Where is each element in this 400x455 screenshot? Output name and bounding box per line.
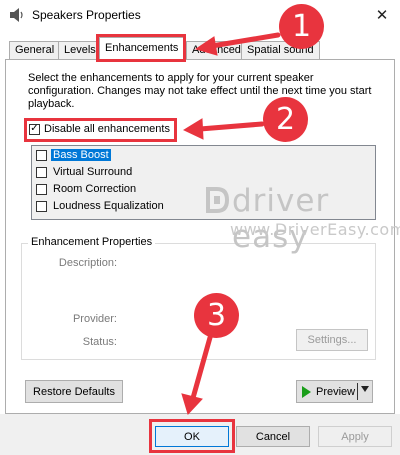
disable-all-checkbox[interactable]: ✓ — [29, 123, 40, 135]
preview-label[interactable]: Preview — [316, 386, 355, 398]
ok-button[interactable]: OK — [155, 426, 229, 447]
close-button[interactable]: ✕ — [364, 0, 400, 30]
play-icon — [302, 385, 311, 398]
cancel-button[interactable]: Cancel — [236, 426, 310, 447]
list-item-label[interactable]: Loudness Equalization — [51, 200, 166, 212]
split-divider — [357, 383, 358, 400]
check-icon: ✓ — [30, 123, 39, 134]
description-label: Description: — [58, 257, 117, 269]
restore-defaults-button[interactable]: Restore Defaults — [25, 380, 123, 403]
list-item-room-correction[interactable]: Room Correction — [36, 183, 138, 195]
close-icon[interactable]: ✕ — [376, 6, 389, 24]
tab-levels[interactable]: Levels — [58, 41, 102, 59]
step-3-badge: 3 — [194, 293, 239, 338]
list-item-label[interactable]: Virtual Surround — [51, 166, 134, 178]
tab-advanced[interactable]: Advanced — [186, 41, 247, 59]
list-item-loudness-equalization[interactable]: Loudness Equalization — [36, 200, 166, 212]
list-item-label[interactable]: Bass Boost — [51, 149, 111, 161]
disable-all-checkbox-row[interactable]: ✓ Disable all enhancements — [29, 123, 170, 135]
provider-label: Provider: — [72, 313, 117, 325]
tab-general[interactable]: General — [9, 41, 61, 59]
chevron-down-icon[interactable] — [361, 386, 369, 392]
driver-easy-logo-icon — [206, 187, 230, 213]
list-item-label[interactable]: Room Correction — [51, 183, 138, 195]
enhancements-description: Select the enhancements to apply for you… — [28, 72, 372, 110]
watermark-url: www.DriverEasy.com — [230, 220, 400, 239]
apply-button[interactable]: Apply — [318, 426, 392, 447]
status-label: Status: — [82, 336, 117, 348]
bass-boost-checkbox[interactable] — [36, 149, 47, 161]
disable-all-label[interactable]: Disable all enhancements — [44, 123, 170, 135]
enhancement-properties-title: Enhancement Properties — [28, 236, 156, 248]
list-item-bass-boost[interactable]: Bass Boost — [36, 149, 111, 161]
step-2-badge: 2 — [263, 97, 308, 142]
tab-enhancements[interactable]: Enhancements — [99, 37, 185, 60]
preview-button[interactable]: Preview — [296, 380, 373, 403]
room-correction-checkbox[interactable] — [36, 183, 47, 195]
loudness-equalization-checkbox[interactable] — [36, 200, 47, 212]
watermark-brand: driver easy — [232, 183, 330, 255]
step-1-badge: 1 — [279, 4, 324, 49]
list-item-virtual-surround[interactable]: Virtual Surround — [36, 166, 134, 178]
settings-button[interactable]: Settings... — [296, 329, 368, 351]
virtual-surround-checkbox[interactable] — [36, 166, 47, 178]
window-title: Speakers Properties — [32, 8, 141, 22]
speaker-icon — [10, 8, 23, 22]
